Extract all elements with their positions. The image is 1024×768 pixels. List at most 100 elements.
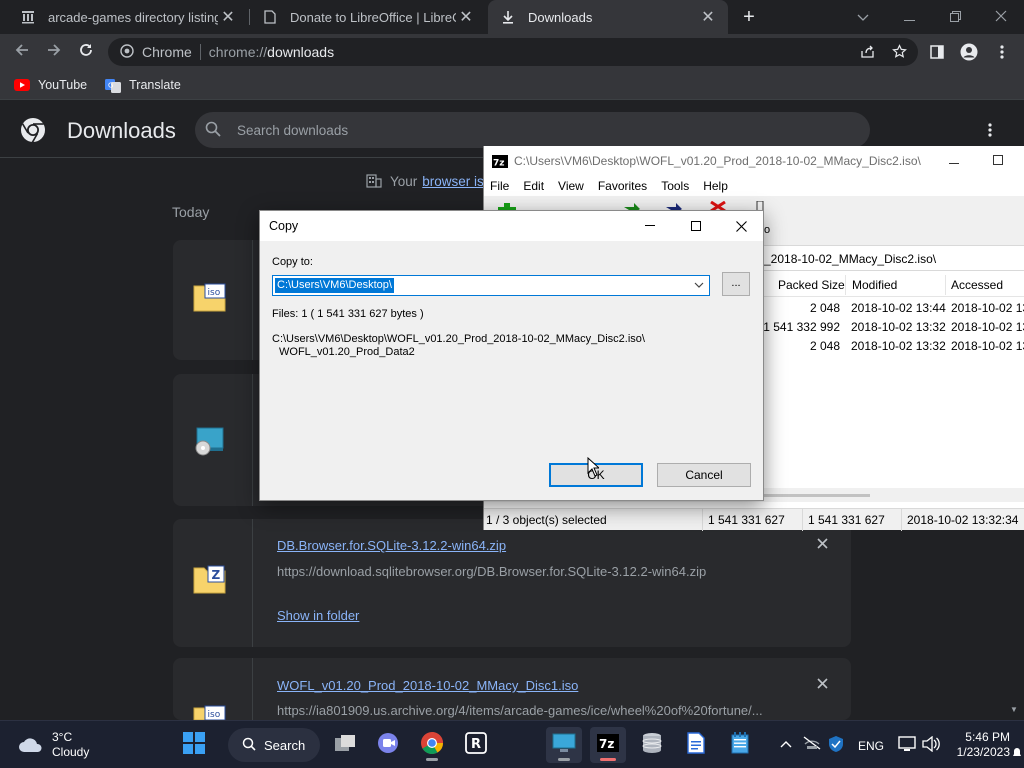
tab-strip: arcade-games directory listing ✕ Donate … <box>0 0 1024 34</box>
download-filename[interactable]: DB.Browser.for.SQLite-3.12.2-win64.zip <box>277 538 506 553</box>
card-divider <box>252 658 253 720</box>
sevenzip-taskbar-button[interactable]: 7z <box>590 727 626 763</box>
forward-icon[interactable] <box>42 40 66 64</box>
task-view-button[interactable] <box>327 727 363 763</box>
close-window-icon[interactable] <box>978 0 1024 34</box>
search-downloads-input[interactable]: Search downloads <box>195 112 870 148</box>
maximize-icon[interactable] <box>976 146 1020 176</box>
remove-download-icon[interactable] <box>817 536 828 554</box>
close-icon[interactable]: ✕ <box>456 7 476 27</box>
accessed: 2018-10-02 13 <box>951 301 1024 315</box>
reload-icon[interactable] <box>74 40 98 64</box>
chevron-up-icon[interactable] <box>780 737 792 751</box>
notepad-icon <box>731 731 749 759</box>
close-icon[interactable]: ✕ <box>698 7 718 27</box>
database-app-button[interactable] <box>634 727 670 763</box>
teams-chat-button[interactable] <box>370 727 406 763</box>
column-packed-size[interactable]: Packed Size <box>778 278 845 292</box>
defender-shield-icon[interactable] <box>828 735 844 756</box>
browser-toolbar: Chrome chrome:// downloads <box>0 34 1024 70</box>
minimize-icon[interactable] <box>886 0 932 34</box>
menu-view[interactable]: View <box>558 179 584 193</box>
remove-download-icon[interactable] <box>817 676 828 694</box>
copy-to-label: Copy to: <box>272 256 313 268</box>
start-button[interactable] <box>176 727 212 763</box>
url-scheme: chrome:// <box>208 44 268 60</box>
display-icon[interactable] <box>898 736 916 755</box>
monitor-icon <box>552 733 576 758</box>
dialog-titlebar: Copy <box>260 211 763 241</box>
sevenzip-logo-icon: 7z <box>492 154 508 168</box>
tab-arcade-games[interactable]: arcade-games directory listing ✕ <box>8 0 248 34</box>
packed-size: 2 048 <box>809 339 840 353</box>
close-icon[interactable] <box>718 211 764 241</box>
weather-widget[interactable]: 3°C Cloudy <box>18 730 89 760</box>
running-indicator <box>600 758 616 761</box>
modified: 2018-10-02 13:32 <box>851 320 946 334</box>
tab-search-icon[interactable] <box>840 0 886 34</box>
column-modified[interactable]: Modified <box>852 278 897 292</box>
svg-text:iso: iso <box>208 710 221 720</box>
bookmark-label: Translate <box>129 77 181 92</box>
profile-icon[interactable] <box>959 42 979 62</box>
status-size: 1 541 331 627 <box>708 513 785 527</box>
column-accessed[interactable]: Accessed <box>951 278 1003 292</box>
notification-icon[interactable] <box>1013 747 1021 761</box>
copy-dialog: Copy Copy to: C:\Users\VM6\Desktop\ ... … <box>259 210 764 501</box>
clock-time: 5:46 PM <box>965 730 1010 744</box>
language-indicator[interactable]: ENG <box>858 739 884 753</box>
restore-icon[interactable] <box>932 0 978 34</box>
menu-file[interactable]: File <box>490 179 509 193</box>
download-icon <box>500 9 516 25</box>
remote-desktop-button[interactable] <box>546 727 582 763</box>
star-icon[interactable] <box>890 42 908 60</box>
status-divider <box>702 509 703 531</box>
back-icon[interactable] <box>10 40 34 64</box>
notepad-button[interactable] <box>722 727 758 763</box>
maximize-icon[interactable] <box>673 211 719 241</box>
modified: 2018-10-02 13:32 <box>851 339 946 353</box>
scroll-down-arrow-icon[interactable]: ▼ <box>1010 705 1018 714</box>
scrollbar-thumb[interactable] <box>764 494 870 497</box>
menu-help[interactable]: Help <box>703 179 728 193</box>
download-filename[interactable]: WOFL_v01.20_Prod_2018-10-02_MMacy_Disc1.… <box>277 678 578 693</box>
sevenzip-menubar: File Edit View Favorites Tools Help <box>484 176 1024 196</box>
writer-document-icon <box>687 731 705 759</box>
translate-icon: G <box>105 78 122 93</box>
libreoffice-writer-button[interactable] <box>678 727 714 763</box>
minimize-icon[interactable] <box>932 146 976 176</box>
kebab-menu-icon[interactable] <box>992 42 1012 62</box>
tab-downloads[interactable]: Downloads ✕ <box>488 0 728 34</box>
menu-favorites[interactable]: Favorites <box>598 179 647 193</box>
taskbar-search-button[interactable]: Search <box>228 728 320 762</box>
menu-edit[interactable]: Edit <box>523 179 544 193</box>
volume-icon[interactable] <box>922 735 940 755</box>
share-icon[interactable] <box>858 42 876 60</box>
side-panel-icon[interactable] <box>927 42 947 62</box>
network-offline-icon[interactable] <box>803 736 821 753</box>
r-app-button[interactable]: R <box>458 727 494 763</box>
tab-libreoffice[interactable]: Donate to LibreOffice | LibreOffice ✕ <box>250 0 486 34</box>
show-in-folder-link[interactable]: Show in folder <box>277 608 359 623</box>
minimize-icon[interactable] <box>627 211 673 241</box>
new-tab-button[interactable]: + <box>738 6 760 28</box>
close-icon[interactable]: ✕ <box>218 7 238 27</box>
taskbar-clock[interactable]: 5:46 PM 1/23/2023 <box>952 730 1010 760</box>
bookmark-translate[interactable]: G Translate <box>105 77 181 93</box>
menu-tools[interactable]: Tools <box>661 179 689 193</box>
cancel-button[interactable]: Cancel <box>657 463 751 487</box>
bookmark-youtube[interactable]: YouTube <box>14 78 87 92</box>
downloads-menu-icon[interactable] <box>980 119 1000 143</box>
column-divider <box>945 275 946 295</box>
status-divider <box>901 509 902 531</box>
managed-link[interactable]: browser is <box>422 174 484 189</box>
copy-to-combobox[interactable]: C:\Users\VM6\Desktop\ <box>272 275 710 296</box>
browse-button[interactable]: ... <box>722 272 750 296</box>
search-icon <box>242 737 256 754</box>
zip-file-icon: Z <box>193 564 233 604</box>
chrome-taskbar-button[interactable] <box>414 727 450 763</box>
address-bar[interactable]: Chrome chrome:// downloads <box>108 38 918 66</box>
copy-to-value[interactable]: C:\Users\VM6\Desktop\ <box>275 278 394 293</box>
managed-prefix: Your <box>390 174 418 189</box>
chevron-down-icon[interactable] <box>693 279 705 291</box>
